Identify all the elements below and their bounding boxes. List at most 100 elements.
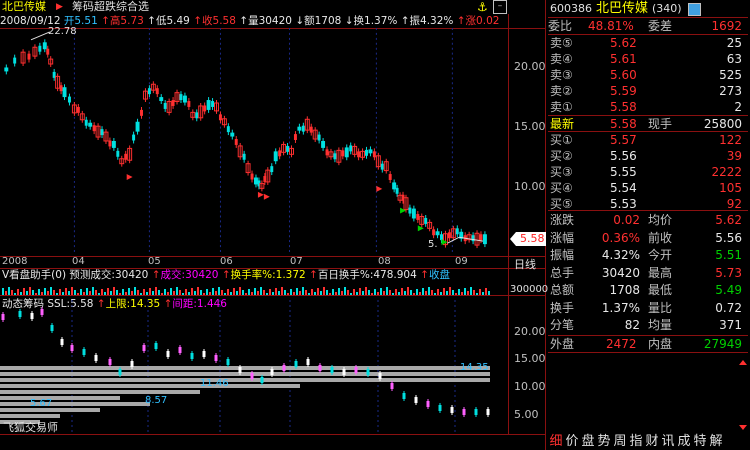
diff-label: 委差 (648, 19, 673, 33)
watermark: 飞狐交易师 (3, 421, 58, 434)
indicator-name[interactable]: 筹码超跌综合选 (72, 0, 149, 14)
stat-label: 分笔 (550, 318, 575, 332)
stat-row: 涨跌 0.02 均价 5.62 (548, 212, 748, 228)
hundred-label: 百日换手%: (317, 269, 374, 281)
tab-8[interactable]: 成 (676, 433, 692, 450)
buy-row[interactable]: 买② 5.56 39 (548, 148, 748, 164)
stock-name[interactable]: 北巴传媒 (2, 0, 46, 14)
stat-value: 5.49 (715, 283, 742, 297)
buy-label: 收盘 (428, 269, 450, 281)
volume-title[interactable]: V看盘助手(0) (2, 269, 66, 281)
chip-bar-label: 11.46 (200, 378, 229, 389)
tab-4[interactable]: 周 (612, 433, 628, 450)
close-label: 收 (202, 15, 213, 27)
inner-label: 内盘 (648, 337, 673, 351)
price-tag: 5.58 (510, 232, 546, 246)
buy-row[interactable]: 买④ 5.54 105 (548, 180, 748, 196)
vol-value: 30420 (258, 15, 292, 27)
arrow-down-icon: ↓ (344, 15, 354, 27)
low-value: 5.49 (166, 15, 190, 27)
arrow-up-icon: ↑ (456, 15, 466, 27)
stat-value: 4.32% (601, 248, 640, 262)
tab-0[interactable]: 细 (548, 433, 564, 450)
x-tick: 2008 (2, 256, 28, 267)
chip-bar-label: 5.67 (30, 398, 53, 409)
chip-chart[interactable] (0, 300, 508, 435)
day-line-label[interactable]: 日线 (514, 256, 536, 272)
volume-strip (2, 287, 490, 295)
sell-row[interactable]: 卖④ 5.61 63 (548, 51, 748, 67)
arrow-up-icon: ↑ (309, 269, 318, 281)
stat-value: 5.73 (715, 265, 742, 280)
ratio-row: 委比 48.81% 委差 1692 (548, 18, 748, 34)
stat-value: 5.51 (715, 248, 742, 262)
pred-value: 30420 (114, 269, 149, 281)
turn-label: 换 (353, 15, 365, 27)
outer-inner-row: 外盘 2472 内盘 27949 (548, 336, 748, 352)
level-label: 卖② (550, 84, 573, 98)
level-volume: 525 (719, 68, 742, 82)
anchor-icon[interactable]: ⚓ (477, 0, 488, 14)
minimize-icon[interactable]: – (493, 0, 507, 14)
high-value: 5.73 (120, 15, 144, 27)
tab-7[interactable]: 讯 (660, 433, 676, 450)
stat-row: 总手 30420 最高 5.73 (548, 265, 748, 281)
volume-indicator: V看盘助手(0) 预测成交:30420 ↑成交:30420 ↑换手率%:1.37… (2, 269, 508, 282)
turn-value: 1.372 (275, 269, 306, 281)
turn-value: 1.37% (364, 15, 398, 27)
stat-label: 前收 (648, 230, 673, 245)
level-price: 5.58 (610, 100, 637, 114)
stat-label: 均价 (648, 213, 673, 227)
stat-label: 最低 (648, 283, 673, 297)
level-price: 5.59 (610, 84, 637, 98)
window-icon[interactable] (688, 3, 701, 16)
stat-label: 量比 (648, 300, 673, 315)
amp-value: 4.32% (420, 15, 454, 27)
arrow-up-icon: ↑ (400, 15, 410, 27)
tab-1[interactable]: 价 (564, 433, 580, 450)
buy-row[interactable]: 买③ 5.55 2222 (548, 164, 748, 180)
arrow-up-icon: ↑ (239, 15, 249, 27)
buy-row[interactable]: 买① 5.57 122 (548, 132, 748, 148)
low-label: 低 (155, 15, 167, 27)
sell-row[interactable]: 卖⑤ 5.62 25 (548, 35, 748, 51)
level-label: 卖③ (550, 68, 573, 82)
play-icon[interactable]: ▶ (56, 0, 63, 14)
amt-label: 额 (304, 15, 315, 27)
level-price: 5.61 (610, 52, 637, 66)
chart-header: 北巴传媒 ▶ 筹码超跌综合选 (0, 0, 508, 14)
tab-6[interactable]: 财 (644, 433, 660, 450)
amt-value: 1708 (314, 15, 342, 27)
last-value: 5.58 (610, 117, 637, 131)
turn-label: 换手率%: (230, 269, 276, 281)
stat-label: 振幅 (550, 248, 575, 262)
stat-label: 总额 (550, 283, 575, 297)
tab-2[interactable]: 盘 (580, 433, 596, 450)
sell-row[interactable]: 卖② 5.59 273 (548, 83, 748, 99)
y-tick: 15.00 (514, 120, 546, 133)
level-price: 5.54 (610, 181, 637, 195)
stat-label: 今开 (648, 248, 673, 262)
tab-10[interactable]: 解 (708, 433, 724, 450)
level-price: 5.55 (610, 165, 637, 179)
stat-value: 30420 (601, 265, 640, 280)
tab-5[interactable]: 指 (628, 433, 644, 450)
level-label: 买④ (550, 181, 573, 195)
level-label: 买① (550, 133, 573, 147)
sell-row[interactable]: 卖③ 5.60 525 (548, 67, 748, 83)
level-volume: 2 (734, 100, 742, 114)
now-value: 25800 (703, 117, 742, 131)
stat-value: 0.36% (601, 230, 640, 245)
x-tick: 04 (72, 256, 85, 267)
level-volume: 2222 (711, 165, 742, 179)
x-tick: 06 (220, 256, 233, 267)
scrollbar[interactable] (738, 360, 748, 430)
tab-9[interactable]: 特 (692, 433, 708, 450)
candlestick-chart[interactable] (0, 28, 508, 253)
tab-3[interactable]: 势 (596, 433, 612, 450)
diff-value: 1692 (711, 19, 742, 33)
sell-row[interactable]: 卖① 5.58 2 (548, 99, 748, 115)
arrow-up-icon: ↑ (101, 15, 110, 27)
stat-value: 0.72 (715, 300, 742, 315)
y-tick: 15.00 (514, 352, 546, 365)
